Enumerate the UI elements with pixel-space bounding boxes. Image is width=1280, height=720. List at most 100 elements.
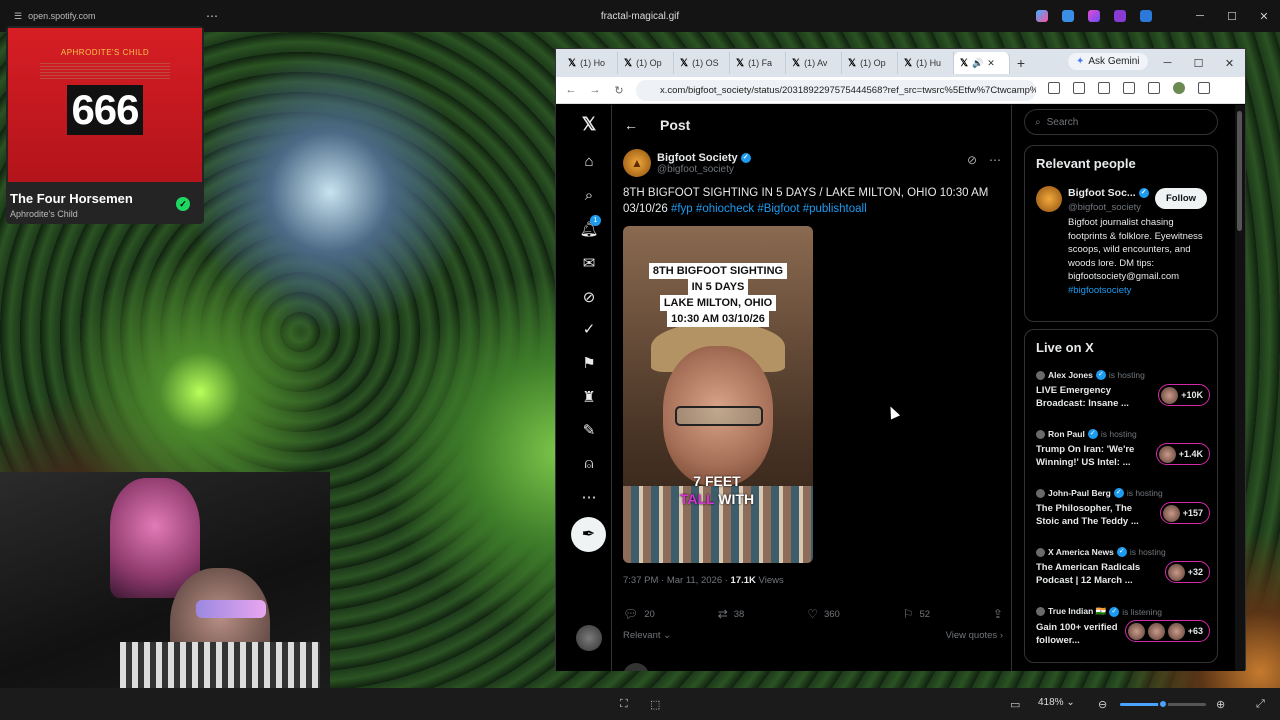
close-icon[interactable]: ✕ xyxy=(1248,10,1280,23)
live-item[interactable]: Alex Jones ✓ is hosting LIVE Emergency Bro… xyxy=(1036,370,1210,410)
scrollbar-thumb[interactable] xyxy=(1237,111,1242,231)
grok-icon[interactable]: ⊘ xyxy=(576,285,602,311)
media-icon[interactable] xyxy=(1148,82,1160,94)
zoom-slider[interactable] xyxy=(1120,699,1206,709)
author-avatar[interactable]: ▲ xyxy=(623,149,651,177)
menu-icon[interactable] xyxy=(1198,82,1210,94)
spotify-miniplayer[interactable]: APHRODITE'S CHILD 666 The Four Horsemen … xyxy=(6,26,204,224)
jobs-icon[interactable]: ♜ xyxy=(576,385,602,411)
back-arrow-icon[interactable]: ← xyxy=(564,84,578,96)
page-scrollbar[interactable] xyxy=(1235,105,1245,671)
clipchamp-icon[interactable] xyxy=(1114,10,1126,22)
fit-icon[interactable]: ⛶ xyxy=(620,698,628,711)
view-quotes-link[interactable]: View quotes › xyxy=(946,630,1003,641)
listener-count-pill[interactable]: +1.4K xyxy=(1155,443,1210,465)
zoom-slider-knob[interactable] xyxy=(1158,699,1168,709)
reload-icon[interactable]: ↻ xyxy=(612,84,626,97)
tab[interactable]: 𝕏 (1) Av xyxy=(786,52,842,74)
verified-orgs-icon[interactable]: ✓ xyxy=(576,317,602,343)
post-video[interactable]: 8TH BIGFOOT SIGHTING IN 5 DAYS LAKE MILT… xyxy=(623,226,813,563)
listener-count-pill[interactable]: +157 xyxy=(1159,502,1210,524)
person-handle[interactable]: @bigfoot_society xyxy=(1068,202,1141,213)
more-icon[interactable]: ⋯ xyxy=(989,153,1001,167)
back-arrow-icon[interactable]: ← xyxy=(624,117,638,133)
tab[interactable]: 𝕏 (1) OS xyxy=(674,52,730,74)
close-icon[interactable]: ✕ xyxy=(1214,57,1245,70)
maximize-icon[interactable]: ☐ xyxy=(1216,10,1248,23)
live-item[interactable]: X America News ✓ is hosting The American R… xyxy=(1036,547,1210,587)
notifications-icon[interactable]: 🔔︎ 1 xyxy=(576,215,602,243)
next-reply-avatar[interactable] xyxy=(623,663,649,671)
hashtag[interactable]: #fyp xyxy=(671,203,693,215)
messages-icon[interactable]: ✉ xyxy=(576,251,602,277)
bookmarks-icon[interactable]: ⚑ xyxy=(576,351,602,377)
listener-count-pill[interactable]: +63 xyxy=(1124,620,1210,642)
new-tab-button[interactable]: + xyxy=(1010,55,1032,71)
ask-gemini-button[interactable]: ✦ Ask Gemini xyxy=(1068,53,1148,70)
tab[interactable]: 𝕏 (1) Hu xyxy=(898,52,954,74)
saved-check-icon[interactable]: ✓ xyxy=(176,197,190,211)
post-author[interactable]: ▲ Bigfoot Society ✓ @bigfoot_society xyxy=(623,149,751,177)
repost-button[interactable]: ⇄ 38 xyxy=(718,607,745,621)
follow-button[interactable]: Follow xyxy=(1155,188,1207,209)
zoom-in-icon[interactable]: ⊕ xyxy=(1216,698,1225,711)
search-input[interactable]: ⌕ Search xyxy=(1024,109,1218,135)
share-button[interactable]: ⇪ xyxy=(993,607,1003,621)
person-name[interactable]: Bigfoot Soc... ✓ xyxy=(1068,187,1149,199)
person-avatar[interactable] xyxy=(1036,186,1062,212)
track-artist[interactable]: Aphrodite's Child xyxy=(10,209,78,219)
designer-icon[interactable] xyxy=(1088,10,1100,22)
tab[interactable]: 𝕏 (1) Fa xyxy=(730,52,786,74)
maximize-icon[interactable]: ☐ xyxy=(1183,57,1214,70)
tab[interactable]: 𝕏 (1) Op xyxy=(618,52,674,74)
search-icon[interactable]: ⌕ xyxy=(576,183,602,209)
zoom-out-icon[interactable]: ⊖ xyxy=(1098,698,1107,711)
hashtag[interactable]: #Bigfoot xyxy=(757,203,799,215)
live-item[interactable]: John-Paul Berg ✓ is hosting The Philosophe… xyxy=(1036,488,1210,528)
compose-post-button[interactable]: ✒ xyxy=(571,517,606,552)
author-handle[interactable]: @bigfoot_society xyxy=(657,164,751,175)
hashtag[interactable]: #ohiocheck xyxy=(696,203,754,215)
listener-count-pill[interactable]: +32 xyxy=(1164,561,1210,583)
hashtag[interactable]: #bigfootsociety xyxy=(1068,285,1131,296)
profile-icon[interactable]: ⍝ xyxy=(576,451,602,477)
forward-arrow-icon[interactable]: → xyxy=(588,84,602,96)
edit-icon[interactable] xyxy=(1062,10,1074,22)
aspect-icon[interactable]: ▭ xyxy=(1010,698,1020,711)
grok-icon[interactable]: ⊘ xyxy=(967,153,977,167)
track-title[interactable]: The Four Horsemen xyxy=(10,191,133,206)
hashtag[interactable]: #publishtoall xyxy=(803,203,867,215)
toolbar-icons xyxy=(1048,82,1210,94)
more-icon[interactable]: ⋯ xyxy=(576,485,602,511)
tab-active[interactable]: 𝕏 🔊 ✕ xyxy=(954,52,1010,74)
tab-close-icon[interactable]: ✕ xyxy=(987,58,995,69)
home-icon[interactable]: ⌂ xyxy=(576,149,602,175)
tab[interactable]: 𝕏 (1) Op xyxy=(842,52,898,74)
minimize-icon[interactable]: ─ xyxy=(1152,57,1183,69)
tab[interactable]: 𝕏 (1) Ho xyxy=(562,52,618,74)
star-icon[interactable] xyxy=(1073,82,1085,94)
like-button[interactable]: ♡ 360 xyxy=(807,607,840,621)
speaker-icon[interactable]: 🔊 xyxy=(972,58,983,69)
crop-icon[interactable]: ⬚ xyxy=(650,698,660,711)
sort-dropdown[interactable]: Relevant ⌄ xyxy=(623,630,671,641)
zoom-level[interactable]: 418% ⌄ xyxy=(1038,697,1075,708)
minimize-icon[interactable]: ─ xyxy=(1184,10,1216,23)
profile-icon[interactable] xyxy=(1173,82,1185,94)
fullscreen-icon[interactable]: ⤢ xyxy=(1256,698,1265,711)
reply-button[interactable]: 💬︎ 20 xyxy=(623,607,655,621)
copilot-icon[interactable] xyxy=(1036,10,1048,22)
listener-count-pill[interactable]: +10K xyxy=(1158,384,1210,406)
extensions-icon[interactable] xyxy=(1098,82,1110,94)
address-bar[interactable]: x.com/bigfoot_society/status/20318922975… xyxy=(636,80,1036,101)
install-icon[interactable] xyxy=(1048,82,1060,94)
live-item[interactable]: Ron Paul ✓ is hosting Trump On Iran: 'We'r… xyxy=(1036,429,1210,469)
account-avatar[interactable] xyxy=(576,625,602,651)
live-item[interactable]: True Indian 🇮🇳 ✓ is listening Gain 100+ ve… xyxy=(1036,606,1210,647)
cast-icon[interactable] xyxy=(1123,82,1135,94)
author-name[interactable]: Bigfoot Society xyxy=(657,152,738,164)
bookmark-button[interactable]: ⚐ 52 xyxy=(903,607,930,621)
cloud-icon[interactable] xyxy=(1140,10,1152,22)
x-logo-icon[interactable]: 𝕏 xyxy=(576,111,602,137)
articles-icon[interactable]: ✎ xyxy=(576,418,602,444)
